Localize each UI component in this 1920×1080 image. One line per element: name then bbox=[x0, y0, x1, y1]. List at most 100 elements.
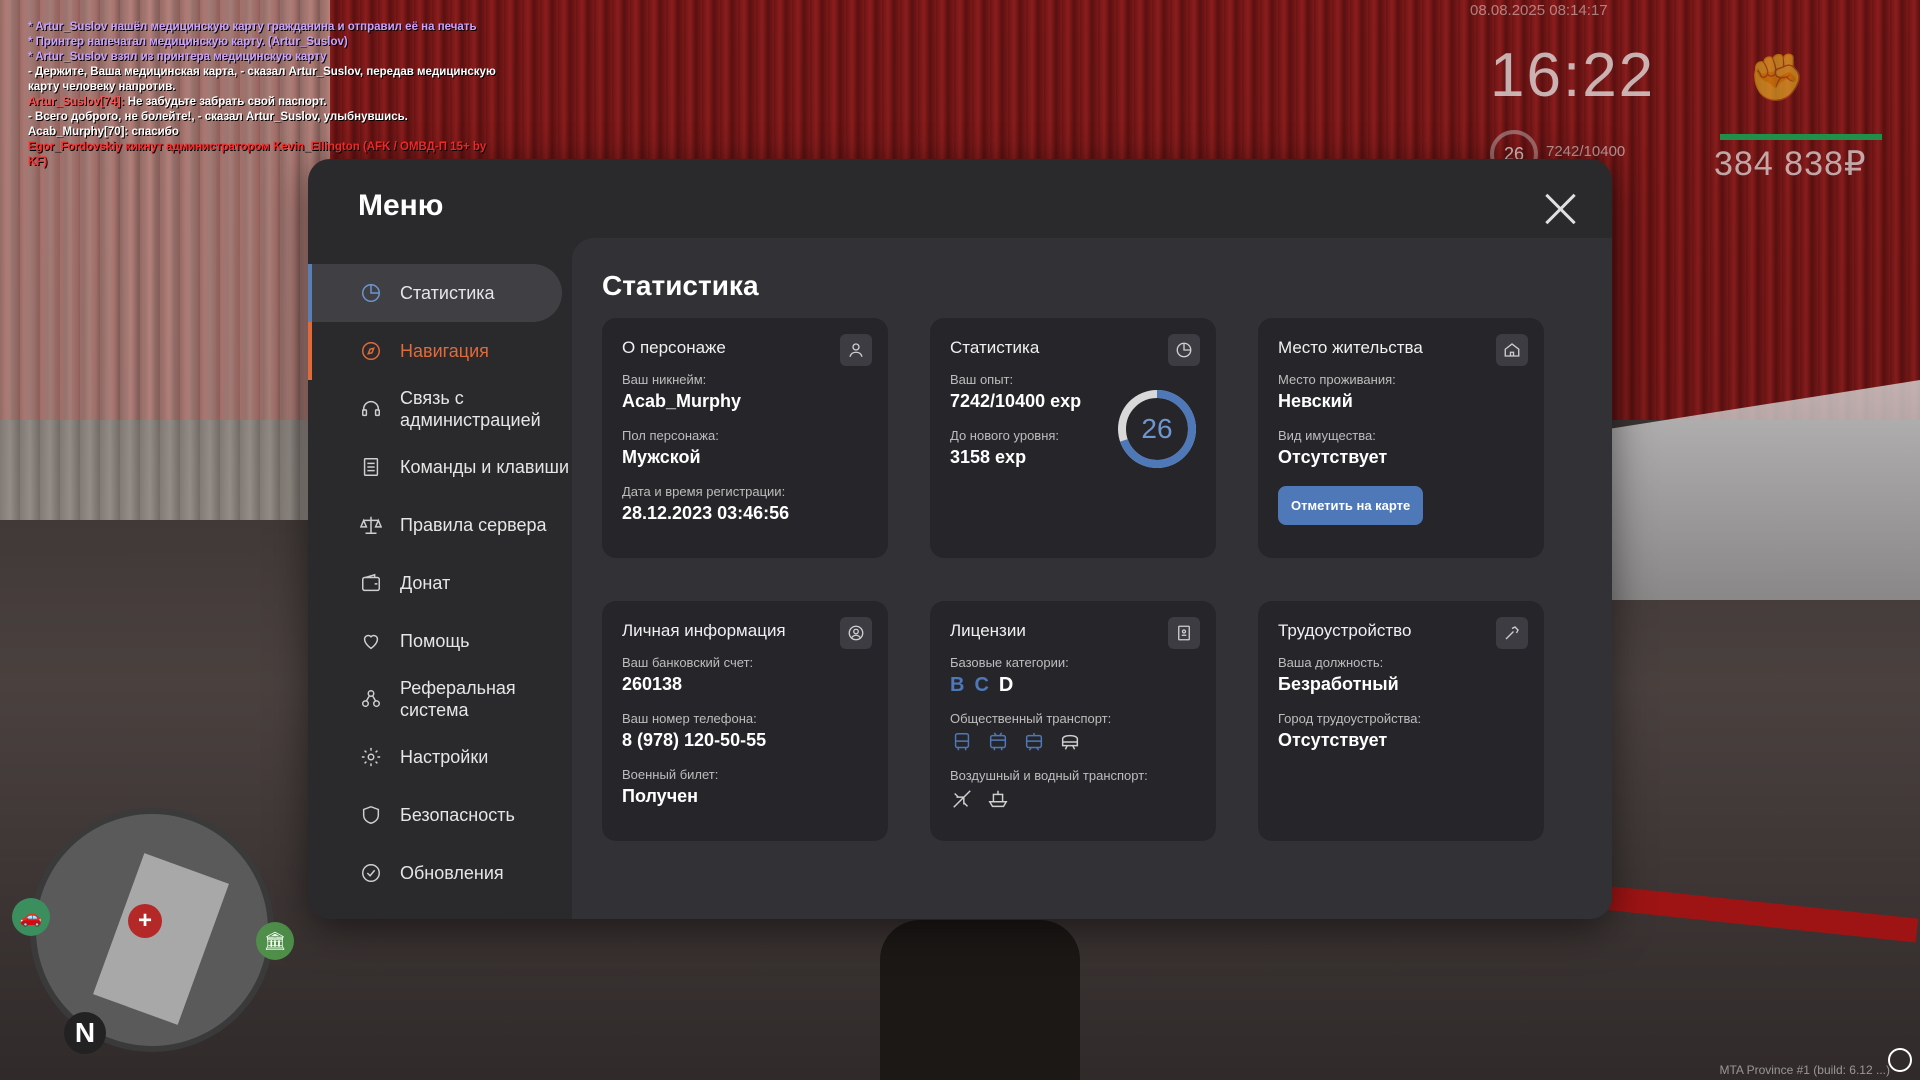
sidebar-item-rules[interactable]: Правила сервера bbox=[308, 496, 572, 554]
pie-chart-icon bbox=[358, 280, 384, 306]
license-category-b: B bbox=[950, 674, 965, 696]
city-label: Город трудоустройства: bbox=[1278, 711, 1422, 726]
sidebar-item-label: Помощь bbox=[400, 630, 470, 651]
minimap: + bbox=[30, 808, 274, 1052]
referral-icon bbox=[358, 686, 384, 712]
list-icon bbox=[358, 454, 384, 480]
position-label: Ваша должность: bbox=[1278, 655, 1384, 670]
wallet-icon bbox=[358, 570, 384, 596]
hospital-icon: + bbox=[128, 904, 162, 938]
card-personal-info: Личная информация Ваш банковский счет: 2… bbox=[602, 601, 888, 841]
chat-line: Artur_Suslov[74]: Не забудьте забрать св… bbox=[28, 95, 498, 110]
north-indicator: N bbox=[64, 1012, 106, 1054]
card-character: О персонаже Ваш никнейм: Acab_Murphy Пол… bbox=[602, 318, 888, 558]
card-title: О персонаже bbox=[622, 338, 726, 357]
loading-icon bbox=[1888, 1048, 1912, 1072]
bus-icon bbox=[950, 730, 974, 754]
exp-label: Ваш опыт: bbox=[950, 372, 1014, 387]
chat-line: * Artur_Suslov нашёл медицинскую карту г… bbox=[28, 21, 477, 33]
license-category-c: C bbox=[974, 674, 989, 696]
user-circle-icon bbox=[840, 617, 872, 649]
military-value: Получен bbox=[622, 786, 699, 806]
property-label: Вид имущества: bbox=[1278, 428, 1376, 443]
sidebar-item-commands[interactable]: Команды и клавиши bbox=[308, 438, 572, 496]
sidebar-item-label: Правила сервера bbox=[400, 514, 547, 535]
gender-value: Мужской bbox=[622, 447, 701, 467]
sidebar-item-label: Навигация bbox=[400, 340, 489, 361]
card-licenses: Лицензии Базовые категории: B C D Общест… bbox=[930, 601, 1216, 841]
pie-chart-icon bbox=[1168, 334, 1200, 366]
boat-icon bbox=[986, 787, 1010, 811]
update-check-icon bbox=[358, 860, 384, 886]
property-value: Отсутствует bbox=[1278, 447, 1388, 467]
sidebar-item-statistics[interactable]: Статистика bbox=[308, 264, 562, 322]
stats-panel: Статистика О персонаже Ваш никнейм: Acab… bbox=[572, 238, 1612, 919]
city-value: Отсутствует bbox=[1278, 730, 1388, 750]
sidebar-item-label: Безопасность bbox=[400, 804, 515, 825]
nickname-value: Acab_Murphy bbox=[622, 391, 742, 411]
card-employment: Трудоустройство Ваша должность: Безработ… bbox=[1258, 601, 1544, 841]
sidebar-item-label: Команды и клавиши bbox=[400, 457, 570, 477]
sidebar-item-admin-contact[interactable]: Связь с администрацией bbox=[308, 380, 572, 438]
hud-date: 08.08.2025 08:14:17 bbox=[1470, 2, 1608, 19]
air-water-label: Воздушный и водный транспорт: bbox=[950, 768, 1148, 783]
sidebar-item-help[interactable]: Помощь bbox=[308, 612, 572, 670]
sidebar-item-donate[interactable]: Донат bbox=[308, 554, 572, 612]
sidebar-item-referral[interactable]: Реферальная система bbox=[308, 670, 572, 728]
level-number: 26 bbox=[1141, 413, 1173, 444]
tram-icon bbox=[1022, 730, 1046, 754]
public-transport-icons bbox=[950, 730, 1196, 754]
compass-icon bbox=[358, 338, 384, 364]
chat-line: * Artur_Suslov взял из принтера медицинс… bbox=[28, 51, 327, 63]
card-title: Лицензии bbox=[950, 621, 1026, 640]
hud-money: 384 838₽ bbox=[1714, 145, 1867, 183]
card-residence: Место жительства Место проживания: Невск… bbox=[1258, 318, 1544, 558]
close-icon[interactable] bbox=[1544, 193, 1576, 225]
license-category-d: D bbox=[998, 674, 1014, 696]
sidebar-item-label: Обновления bbox=[400, 862, 504, 883]
sidebar-item-security[interactable]: Безопасность bbox=[308, 786, 572, 844]
bank-account-label: Ваш банковский счет: bbox=[622, 655, 754, 670]
home-icon bbox=[1496, 334, 1528, 366]
menu-sidebar: Статистика Навигация Связь с администрац… bbox=[308, 264, 572, 902]
chat-nick: Artur_Suslov[74]: bbox=[28, 96, 125, 108]
card-title: Личная информация bbox=[622, 621, 786, 640]
gear-icon bbox=[358, 744, 384, 770]
hammer-icon bbox=[1496, 617, 1528, 649]
player-character bbox=[880, 920, 1080, 1080]
car-icon: 🚗 bbox=[12, 898, 50, 936]
minimap-road bbox=[93, 853, 229, 1025]
metro-icon bbox=[1058, 730, 1082, 754]
bank-icon: 🏛 bbox=[256, 922, 294, 960]
sidebar-item-label: Реферальная система bbox=[400, 678, 516, 720]
sidebar-item-settings[interactable]: Настройки bbox=[308, 728, 572, 786]
headset-icon bbox=[358, 396, 384, 422]
sidebar-item-label: Связь с администрацией bbox=[400, 388, 541, 430]
sidebar-item-label: Донат bbox=[400, 572, 451, 593]
hud-exp: 7242/10400 bbox=[1546, 143, 1626, 160]
sidebar-item-navigation[interactable]: Навигация bbox=[308, 322, 572, 380]
hud-clock: 16:22 bbox=[1490, 41, 1656, 110]
residence-value: Невский bbox=[1278, 391, 1353, 411]
base-categories-label: Базовые категории: bbox=[950, 655, 1069, 670]
phone-value: 8 (978) 120-50-55 bbox=[622, 730, 767, 750]
page-title: Статистика bbox=[602, 270, 759, 301]
card-title: Трудоустройство bbox=[1278, 621, 1412, 640]
build-info: MTA Province #1 (build: 6.12 ...) bbox=[1719, 1063, 1890, 1077]
card-title: Место жительства bbox=[1278, 338, 1423, 357]
mark-on-map-button[interactable]: Отметить на карте bbox=[1278, 486, 1424, 525]
menu-title: Меню bbox=[358, 189, 444, 222]
card-statistics: Статистика Ваш опыт: 7242/10400 exp До н… bbox=[930, 318, 1216, 558]
chat-line: - Держите, Ваша медицинская карта, - ска… bbox=[28, 66, 496, 93]
position-value: Безработный bbox=[1278, 674, 1399, 694]
license-categories: B C D bbox=[950, 674, 1196, 697]
nickname-label: Ваш никнейм: bbox=[622, 372, 707, 387]
air-water-icons bbox=[950, 787, 1196, 811]
chat-line: * Принтер напечатал медицинскую карту. (… bbox=[28, 36, 348, 48]
health-bar bbox=[1720, 134, 1882, 140]
scales-icon bbox=[358, 512, 384, 538]
chat-log: * Artur_Suslov нашёл медицинскую карту г… bbox=[28, 20, 498, 170]
sidebar-item-label: Статистика bbox=[400, 282, 495, 303]
id-card-icon bbox=[1168, 617, 1200, 649]
sidebar-item-updates[interactable]: Обновления bbox=[308, 844, 572, 902]
